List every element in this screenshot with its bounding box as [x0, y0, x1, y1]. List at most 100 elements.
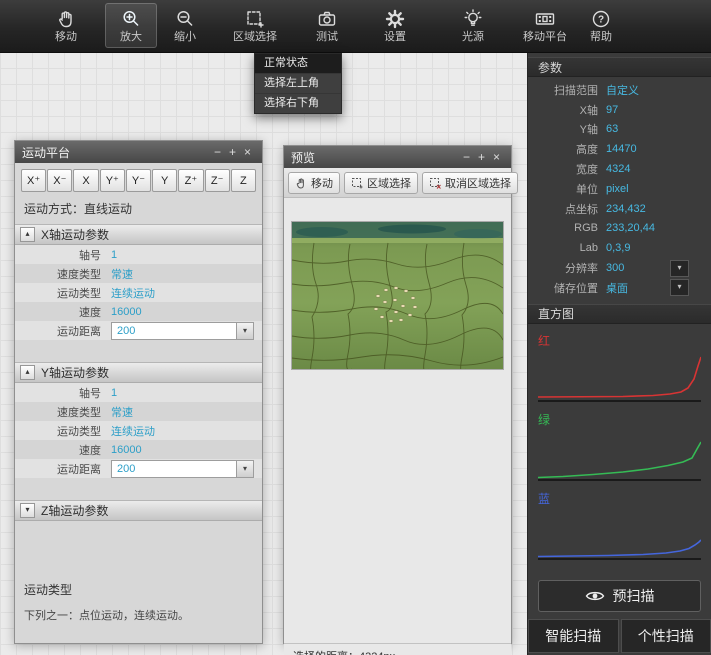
axis-button-z-plus[interactable]: Z⁺	[178, 169, 203, 192]
param-label: 分辨率	[528, 260, 598, 276]
minimize-icon[interactable]: −	[210, 141, 225, 163]
row-label: 运动类型	[23, 285, 101, 301]
menu-item-select-topleft[interactable]: 选择左上角	[255, 74, 341, 94]
row-label: 速度	[23, 442, 101, 458]
param-row: 运动距离 200 ▾	[15, 321, 262, 340]
section-title: Y轴运动参数	[41, 364, 109, 381]
expand-icon[interactable]: ▾	[20, 503, 35, 518]
parameters-panel: 参数 扫描范围 自定义 X轴 97 Y轴 63 高度 14470 宽度 4324	[527, 52, 711, 655]
row-value: 16000	[111, 306, 142, 318]
close-icon[interactable]: ×	[240, 141, 255, 163]
selected-distance-text: 选择的距离：4324px	[293, 648, 395, 655]
chevron-down-icon[interactable]: ▾	[236, 323, 253, 339]
smart-scan-button[interactable]: 智能扫描	[528, 619, 619, 653]
axis-button-y-minus[interactable]: Y⁻	[126, 169, 151, 192]
zoom-in-icon	[120, 8, 142, 30]
param-label: 宽度	[528, 161, 598, 177]
combobox-value: 200	[112, 463, 236, 475]
param-row: 速度类型 常速	[15, 264, 262, 283]
param-value: 63	[606, 123, 618, 135]
chevron-down-icon[interactable]: ▾	[670, 260, 689, 277]
maximize-icon[interactable]: +	[474, 146, 489, 168]
section-header-y-axis[interactable]: ▴ Y轴运动参数	[15, 362, 262, 383]
param-value: 桌面	[606, 280, 628, 296]
maximize-icon[interactable]: +	[225, 141, 240, 163]
x-axis-params: 轴号 1 速度类型 常速 运动类型 连续运动 速度 16000 运动距离 200…	[15, 245, 262, 340]
axis-button-x-minus[interactable]: X⁻	[47, 169, 72, 192]
toolbar-item-region-select[interactable]: 区域选择	[223, 3, 287, 48]
parameters-header: 参数	[528, 57, 711, 77]
param-label: Lab	[528, 242, 598, 254]
toolbar-item-label: 区域选择	[233, 32, 277, 43]
section-header-x-axis[interactable]: ▴ X轴运动参数	[15, 224, 262, 245]
toolbar-item-test[interactable]: 测试	[301, 3, 353, 48]
chevron-down-icon[interactable]: ▾	[236, 461, 253, 477]
parameters-rows: 扫描范围 自定义 X轴 97 Y轴 63 高度 14470 宽度 4324 单位…	[528, 77, 711, 298]
axis-button-x[interactable]: X	[73, 169, 98, 192]
axis-button-y[interactable]: Y	[152, 169, 177, 192]
row-label: 轴号	[23, 247, 101, 263]
toolbar-item-settings[interactable]: 设置	[369, 3, 421, 48]
collapse-icon[interactable]: ▴	[20, 227, 35, 242]
top-toolbar: 移动 放大 缩小 区域选择 测试	[0, 0, 711, 53]
toolbar-item-zoom-in[interactable]: 放大	[105, 3, 157, 48]
axis-button-x-plus[interactable]: X⁺	[21, 169, 46, 192]
preview-window: 预览 − + × 移动 区域选择 取消区域选择	[283, 145, 512, 644]
minimize-icon[interactable]: −	[459, 146, 474, 168]
chevron-down-icon[interactable]: ▾	[670, 279, 689, 296]
help-icon: ?	[590, 8, 612, 30]
param-row: 点坐标 234,432	[528, 199, 711, 219]
param-label: Y轴	[528, 121, 598, 137]
custom-scan-button[interactable]: 个性扫描	[621, 619, 711, 653]
row-label: 运动类型	[23, 423, 101, 439]
toolbar-item-zoom-out[interactable]: 缩小	[159, 3, 211, 48]
toolbar-item-label: 移动平台	[523, 32, 567, 43]
menu-item-normal-state[interactable]: 正常状态	[255, 54, 341, 74]
toolbar-item-label: 光源	[462, 32, 484, 43]
section-header-z-axis[interactable]: ▾ Z轴运动参数	[15, 500, 262, 521]
y-distance-combobox[interactable]: 200 ▾	[111, 460, 254, 478]
collapse-icon[interactable]: ▴	[20, 365, 35, 380]
prescan-button[interactable]: 预扫描	[538, 580, 701, 612]
eye-icon	[585, 589, 605, 603]
toolbar-item-help[interactable]: ? 帮助	[575, 3, 627, 48]
menu-item-select-bottomright[interactable]: 选择右下角	[255, 94, 341, 113]
preview-window-titlebar[interactable]: 预览 − + ×	[284, 146, 511, 168]
row-value: 连续运动	[111, 285, 155, 301]
axis-jog-buttons: X⁺ X⁻ X Y⁺ Y⁻ Y Z⁺ Z⁻ Z	[15, 163, 262, 197]
preview-body: 选择的距离：4324px	[284, 221, 511, 655]
preview-image[interactable]	[291, 221, 504, 370]
toolbar-item-motion-platform[interactable]: 移动平台	[513, 3, 577, 48]
motion-window-titlebar[interactable]: 运动平台 − + ×	[15, 141, 262, 163]
x-distance-combobox[interactable]: 200 ▾	[111, 322, 254, 340]
histogram-green: 绿	[528, 411, 711, 482]
channel-label: 蓝	[538, 490, 711, 507]
toolbar-item-label: 测试	[316, 32, 338, 43]
toolbar-item-move[interactable]: 移动	[40, 3, 92, 48]
toolbar-item-light[interactable]: 光源	[447, 3, 499, 48]
param-label: 点坐标	[528, 201, 598, 217]
param-row: 宽度 4324	[528, 159, 711, 179]
axis-button-z-minus[interactable]: Z⁻	[205, 169, 230, 192]
toolbar-item-label: 放大	[120, 32, 142, 43]
row-value: 1	[111, 387, 117, 399]
window-title: 运动平台	[22, 144, 210, 161]
channel-label: 红	[538, 332, 711, 349]
param-row: 运动类型 连续运动	[15, 421, 262, 440]
preview-move-button[interactable]: 移动	[288, 172, 340, 194]
param-value: 自定义	[606, 82, 639, 98]
close-icon[interactable]: ×	[489, 146, 504, 168]
axis-button-y-plus[interactable]: Y⁺	[100, 169, 125, 192]
toolbar-item-label: 缩小	[174, 32, 196, 43]
preview-cancel-region-button[interactable]: 取消区域选择	[422, 172, 518, 194]
param-row: 轴号 1	[15, 383, 262, 402]
axis-button-z[interactable]: Z	[231, 169, 256, 192]
param-row-storage: 储存位置 桌面 ▾	[528, 278, 711, 298]
red-histogram	[538, 352, 701, 403]
row-value: 常速	[111, 266, 133, 282]
row-label: 运动距离	[23, 323, 101, 339]
param-label: 单位	[528, 181, 598, 197]
param-label: 扫描范围	[528, 82, 598, 98]
preview-region-select-button[interactable]: 区域选择	[344, 172, 418, 194]
window-title: 预览	[291, 149, 459, 166]
